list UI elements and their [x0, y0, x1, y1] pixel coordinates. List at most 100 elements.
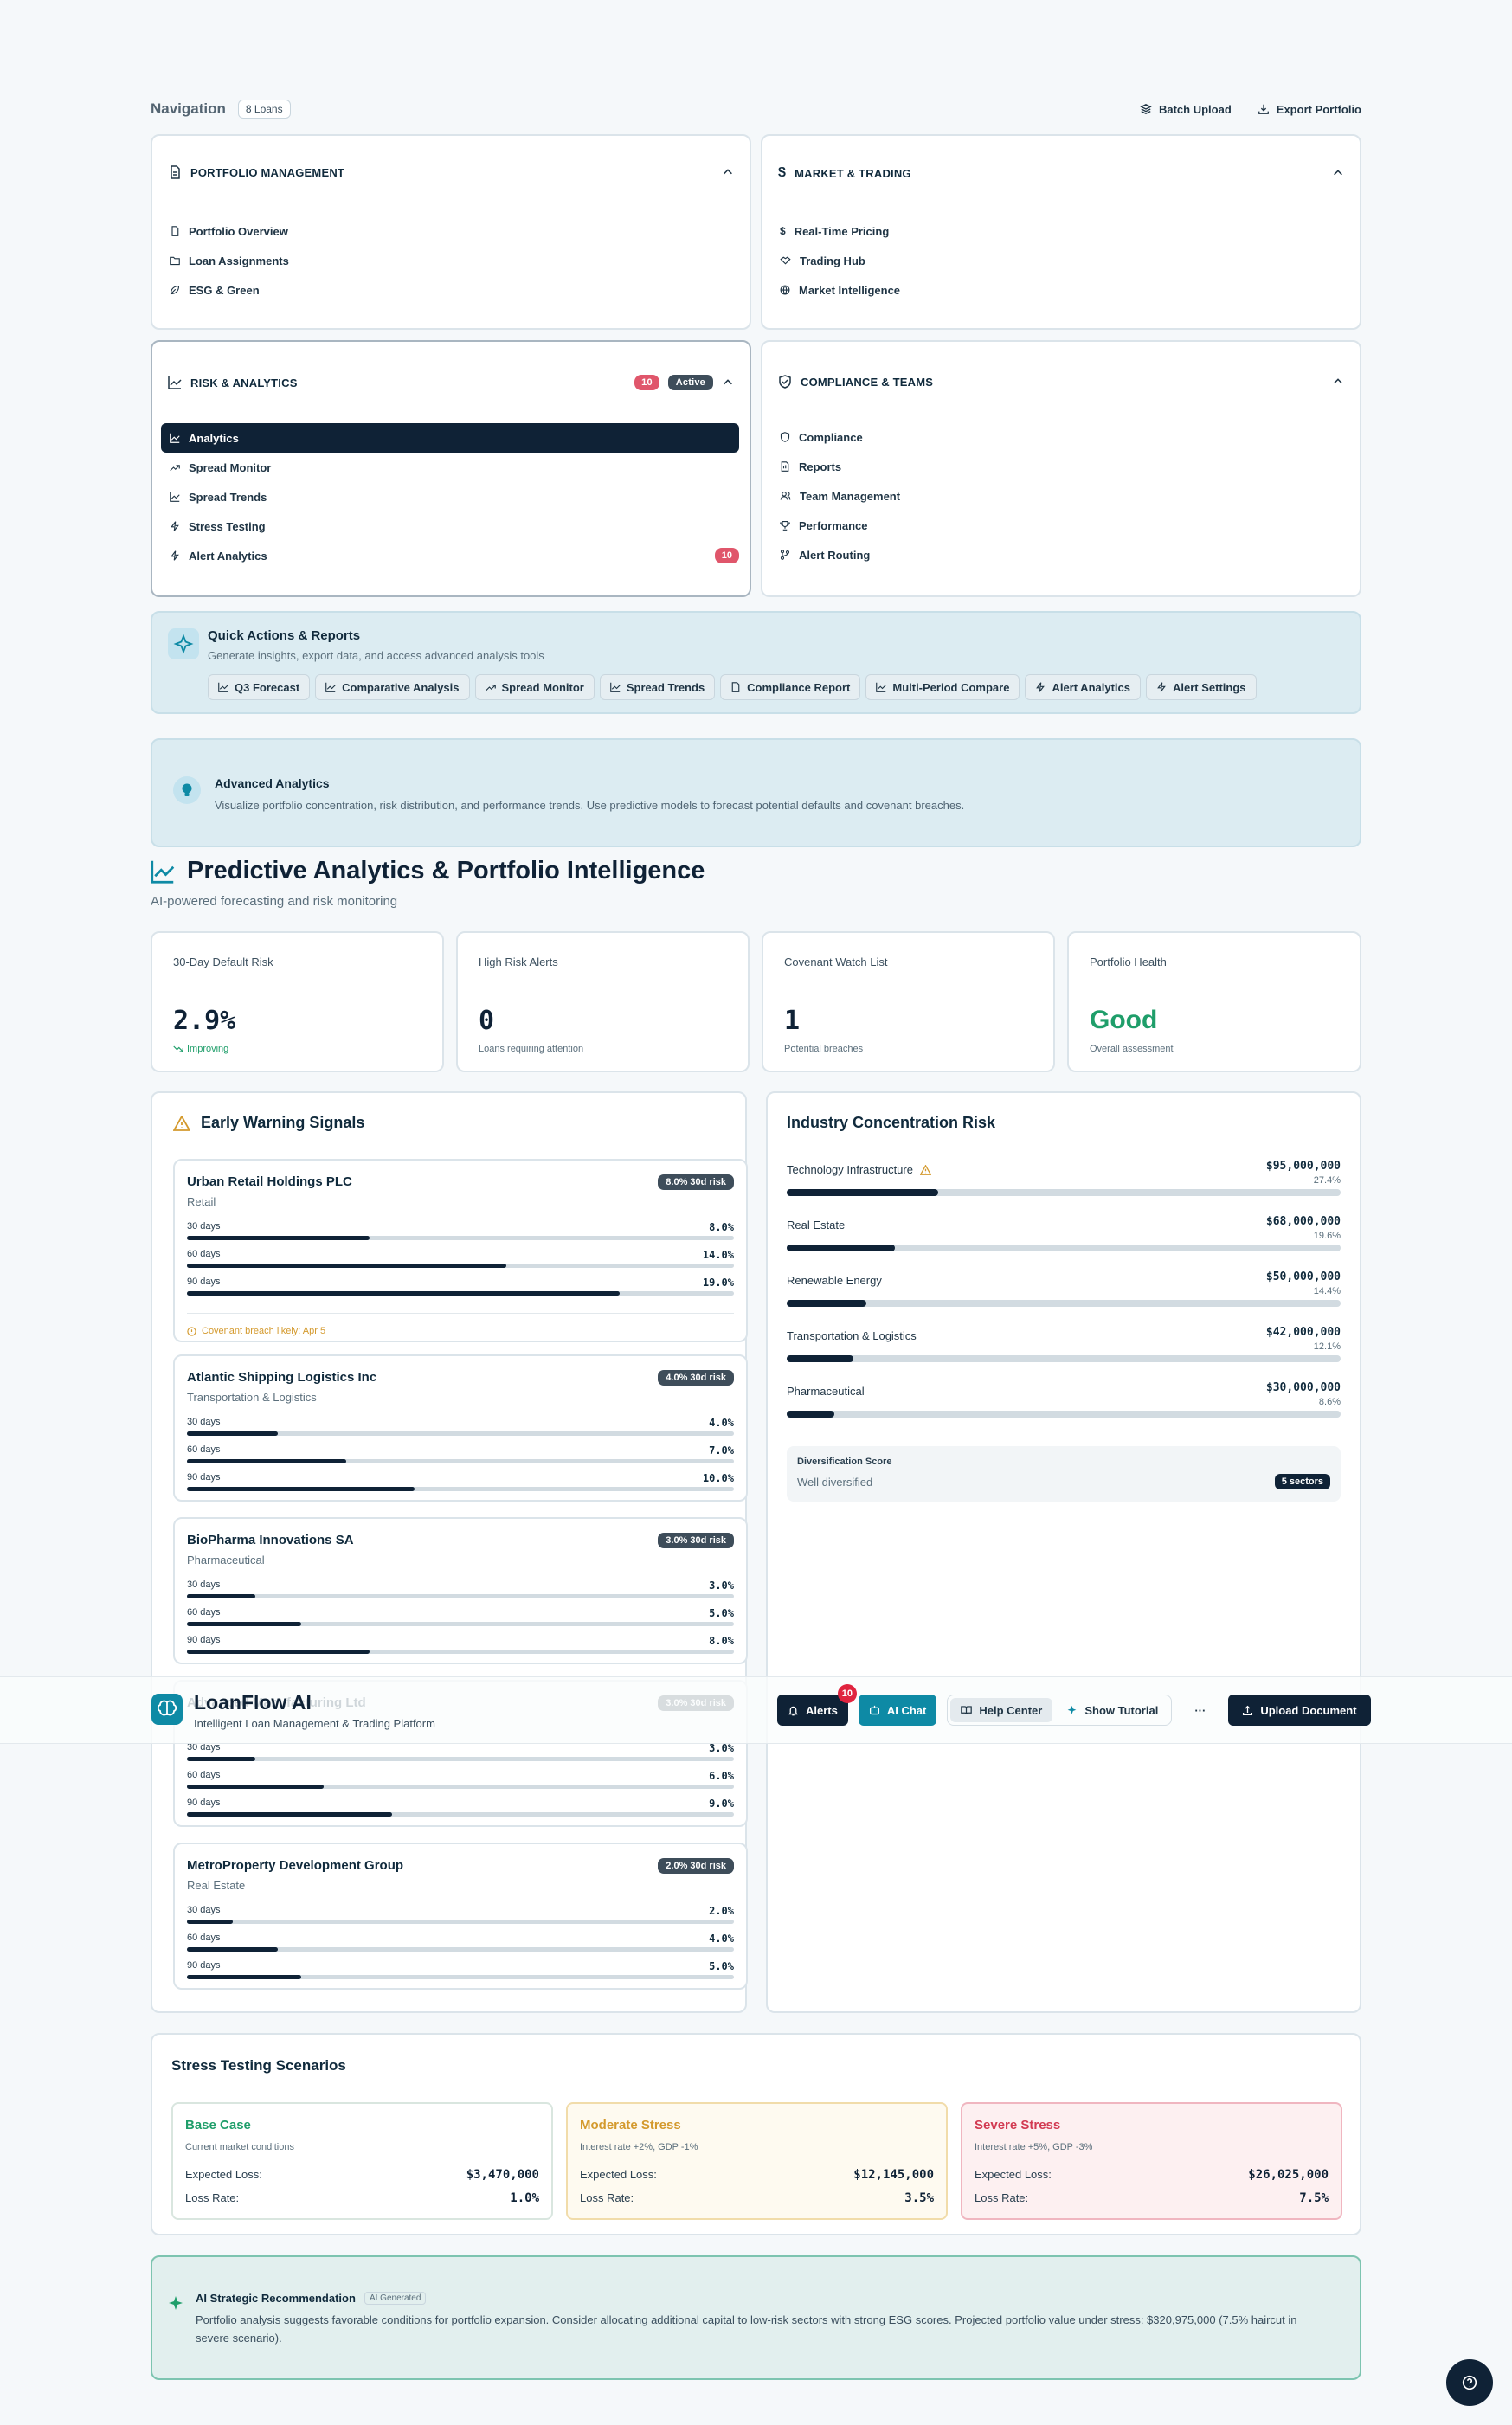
section-header[interactable]: $ MARKET & TRADING — [778, 165, 1344, 181]
expected-loss-value: $3,470,000 — [466, 2168, 539, 2182]
nav-item-label: Compliance — [799, 430, 863, 444]
nav-section-compliance-teams: COMPLIANCE & TEAMS Compliance Reports Te… — [761, 340, 1361, 597]
loss-rate-row: Loss Rate: 7.5% — [975, 2191, 1329, 2205]
section-title: COMPLIANCE & TEAMS — [801, 375, 934, 389]
ews-card[interactable]: BioPharma Innovations SA Pharmaceutical 3.… — [173, 1517, 748, 1664]
risk-bar-fill — [187, 1650, 370, 1654]
nav-item-portfolio-overview[interactable]: Portfolio Overview — [170, 216, 739, 246]
ai-generated-tag: AI Generated — [364, 2292, 427, 2305]
risk-badge: 2.0% 30d risk — [658, 1858, 734, 1874]
sectors-badge: 5 sectors — [1274, 1474, 1330, 1489]
chevron-up-icon[interactable] — [1332, 167, 1344, 179]
bell-icon — [788, 1705, 799, 1716]
chip-comparative-analysis[interactable]: Comparative Analysis — [315, 674, 470, 700]
stat-label: High Risk Alerts — [479, 955, 558, 968]
chart-line-icon — [170, 433, 180, 443]
horizon-label: 60 days — [187, 1770, 221, 1780]
chip-label: Multi-Period Compare — [892, 680, 1010, 694]
nav-item-compliance[interactable]: Compliance — [780, 422, 1349, 452]
alerts-label: Alerts — [806, 1703, 838, 1717]
upload-document-button[interactable]: Upload Document — [1228, 1695, 1371, 1726]
navigation-title: Navigation — [151, 100, 226, 117]
quick-actions-subtitle: Generate insights, export data, and acce… — [208, 649, 544, 662]
nav-item-alert-routing[interactable]: Alert Routing — [780, 540, 1349, 569]
lightbulb-icon — [173, 776, 201, 804]
nav-item-esg-green[interactable]: ESG & Green — [170, 275, 739, 305]
forecast-row: 60 days 14.0% — [187, 1249, 734, 1277]
nav-item-spread-trends[interactable]: Spread Trends — [170, 482, 739, 511]
nav-item-label: Real-Time Pricing — [794, 224, 890, 238]
more-menu-button[interactable]: ··· — [1182, 1695, 1218, 1726]
nav-item-reports[interactable]: Reports — [780, 452, 1349, 481]
nav-item-trading-hub[interactable]: Trading Hub — [780, 246, 1349, 275]
chip-q3-forecast[interactable]: Q3 Forecast — [208, 674, 311, 700]
chevron-up-icon[interactable] — [1332, 376, 1344, 388]
stat-value: 1 — [784, 1006, 801, 1036]
batch-upload-button[interactable]: Batch Upload — [1140, 103, 1232, 116]
chat-bot-icon — [869, 1705, 880, 1716]
app-bar: LoanFlow AI Intelligent Loan Management … — [0, 1676, 1512, 1744]
shield-check-icon — [778, 375, 792, 389]
risk-bar — [187, 1757, 734, 1761]
dollar-icon: $ — [778, 165, 787, 180]
industry-amount: $30,000,000 — [1265, 1381, 1341, 1394]
risk-bar-fill — [187, 1812, 392, 1817]
scenario-name: Moderate Stress — [580, 2118, 681, 2132]
concentration-bar-fill — [787, 1355, 854, 1362]
chart-line-icon — [610, 682, 621, 692]
horizon-value: 9.0% — [709, 1798, 734, 1810]
scenario-name: Base Case — [185, 2118, 251, 2132]
brand-name[interactable]: LoanFlow AI — [194, 1691, 312, 1714]
ai-chat-button[interactable]: AI Chat — [858, 1695, 937, 1726]
horizon-label: 90 days — [187, 1635, 221, 1645]
lightning-icon — [1156, 682, 1167, 692]
nav-item-performance[interactable]: Performance — [780, 511, 1349, 540]
chip-compliance-report[interactable]: Compliance Report — [720, 674, 861, 700]
alerts-count-badge: 10 — [837, 1684, 857, 1703]
nav-item-label: Market Intelligence — [799, 283, 901, 297]
sparkles-icon — [168, 628, 199, 659]
chip-alert-settings[interactable]: Alert Settings — [1146, 674, 1257, 700]
ai-recommendation-panel: AI Strategic Recommendation AI Generated… — [151, 2255, 1361, 2380]
horizon-value: 4.0% — [709, 1933, 734, 1945]
ews-card[interactable]: Atlantic Shipping Logistics Inc Transport… — [173, 1354, 748, 1502]
nav-item-label: Alert Analytics — [189, 549, 267, 563]
diversification-score: Diversification Score Well diversified 5… — [787, 1446, 1341, 1502]
nav-item-label: Spread Monitor — [189, 460, 272, 474]
nav-item-label: Reports — [799, 460, 842, 473]
ews-card[interactable]: MetroProperty Development Group Real Esta… — [173, 1843, 748, 1990]
section-header[interactable]: RISK & ANALYTICS 10 Active — [168, 375, 734, 390]
help-group: Help Center Show Tutorial — [947, 1695, 1173, 1726]
nav-item-loan-assignments[interactable]: Loan Assignments — [170, 246, 739, 275]
nav-item-spread-monitor[interactable]: Spread Monitor — [170, 453, 739, 482]
nav-item-alert-analytics[interactable]: Alert Analytics 10 — [170, 541, 739, 570]
nav-item-label: Performance — [799, 518, 868, 532]
section-header[interactable]: PORTFOLIO MANAGEMENT — [168, 165, 734, 179]
chevron-up-icon[interactable] — [722, 376, 734, 389]
chip-spread-monitor[interactable]: Spread Monitor — [474, 674, 595, 700]
ews-card[interactable]: Urban Retail Holdings PLC Retail 8.0% 30d … — [173, 1159, 748, 1342]
chip-spread-trends[interactable]: Spread Trends — [599, 674, 716, 700]
stat-card-portfolio-health: Portfolio Health Good Overall assessment — [1067, 931, 1361, 1072]
forecast-row: 60 days 7.0% — [187, 1444, 734, 1472]
industry-title: Industry Concentration Risk — [787, 1114, 996, 1131]
chart-line-icon — [168, 376, 182, 389]
alerts-button[interactable]: Alerts 10 — [777, 1684, 857, 1726]
nav-item-team-management[interactable]: Team Management — [780, 481, 1349, 511]
help-floating-button[interactable] — [1446, 2359, 1493, 2406]
section-header[interactable]: COMPLIANCE & TEAMS — [778, 375, 1344, 389]
chip-alert-analytics[interactable]: Alert Analytics — [1025, 674, 1141, 700]
help-center-button[interactable]: Help Center — [950, 1698, 1053, 1722]
nav-item-label: Team Management — [800, 489, 901, 503]
risk-bar — [187, 1459, 734, 1463]
upload-document-label: Upload Document — [1260, 1703, 1357, 1717]
lightning-icon — [170, 521, 180, 531]
nav-item-real-time-pricing[interactable]: $ Real-Time Pricing — [780, 216, 1349, 246]
export-portfolio-button[interactable]: Export Portfolio — [1258, 103, 1361, 116]
nav-item-market-intelligence[interactable]: Market Intelligence — [780, 275, 1349, 305]
nav-item-stress-testing[interactable]: Stress Testing — [170, 511, 739, 541]
chip-multi-period-compare[interactable]: Multi-Period Compare — [865, 674, 1020, 700]
chevron-up-icon[interactable] — [722, 166, 734, 178]
nav-item-analytics[interactable]: Analytics — [161, 423, 739, 453]
show-tutorial-button[interactable]: Show Tutorial — [1056, 1698, 1168, 1722]
